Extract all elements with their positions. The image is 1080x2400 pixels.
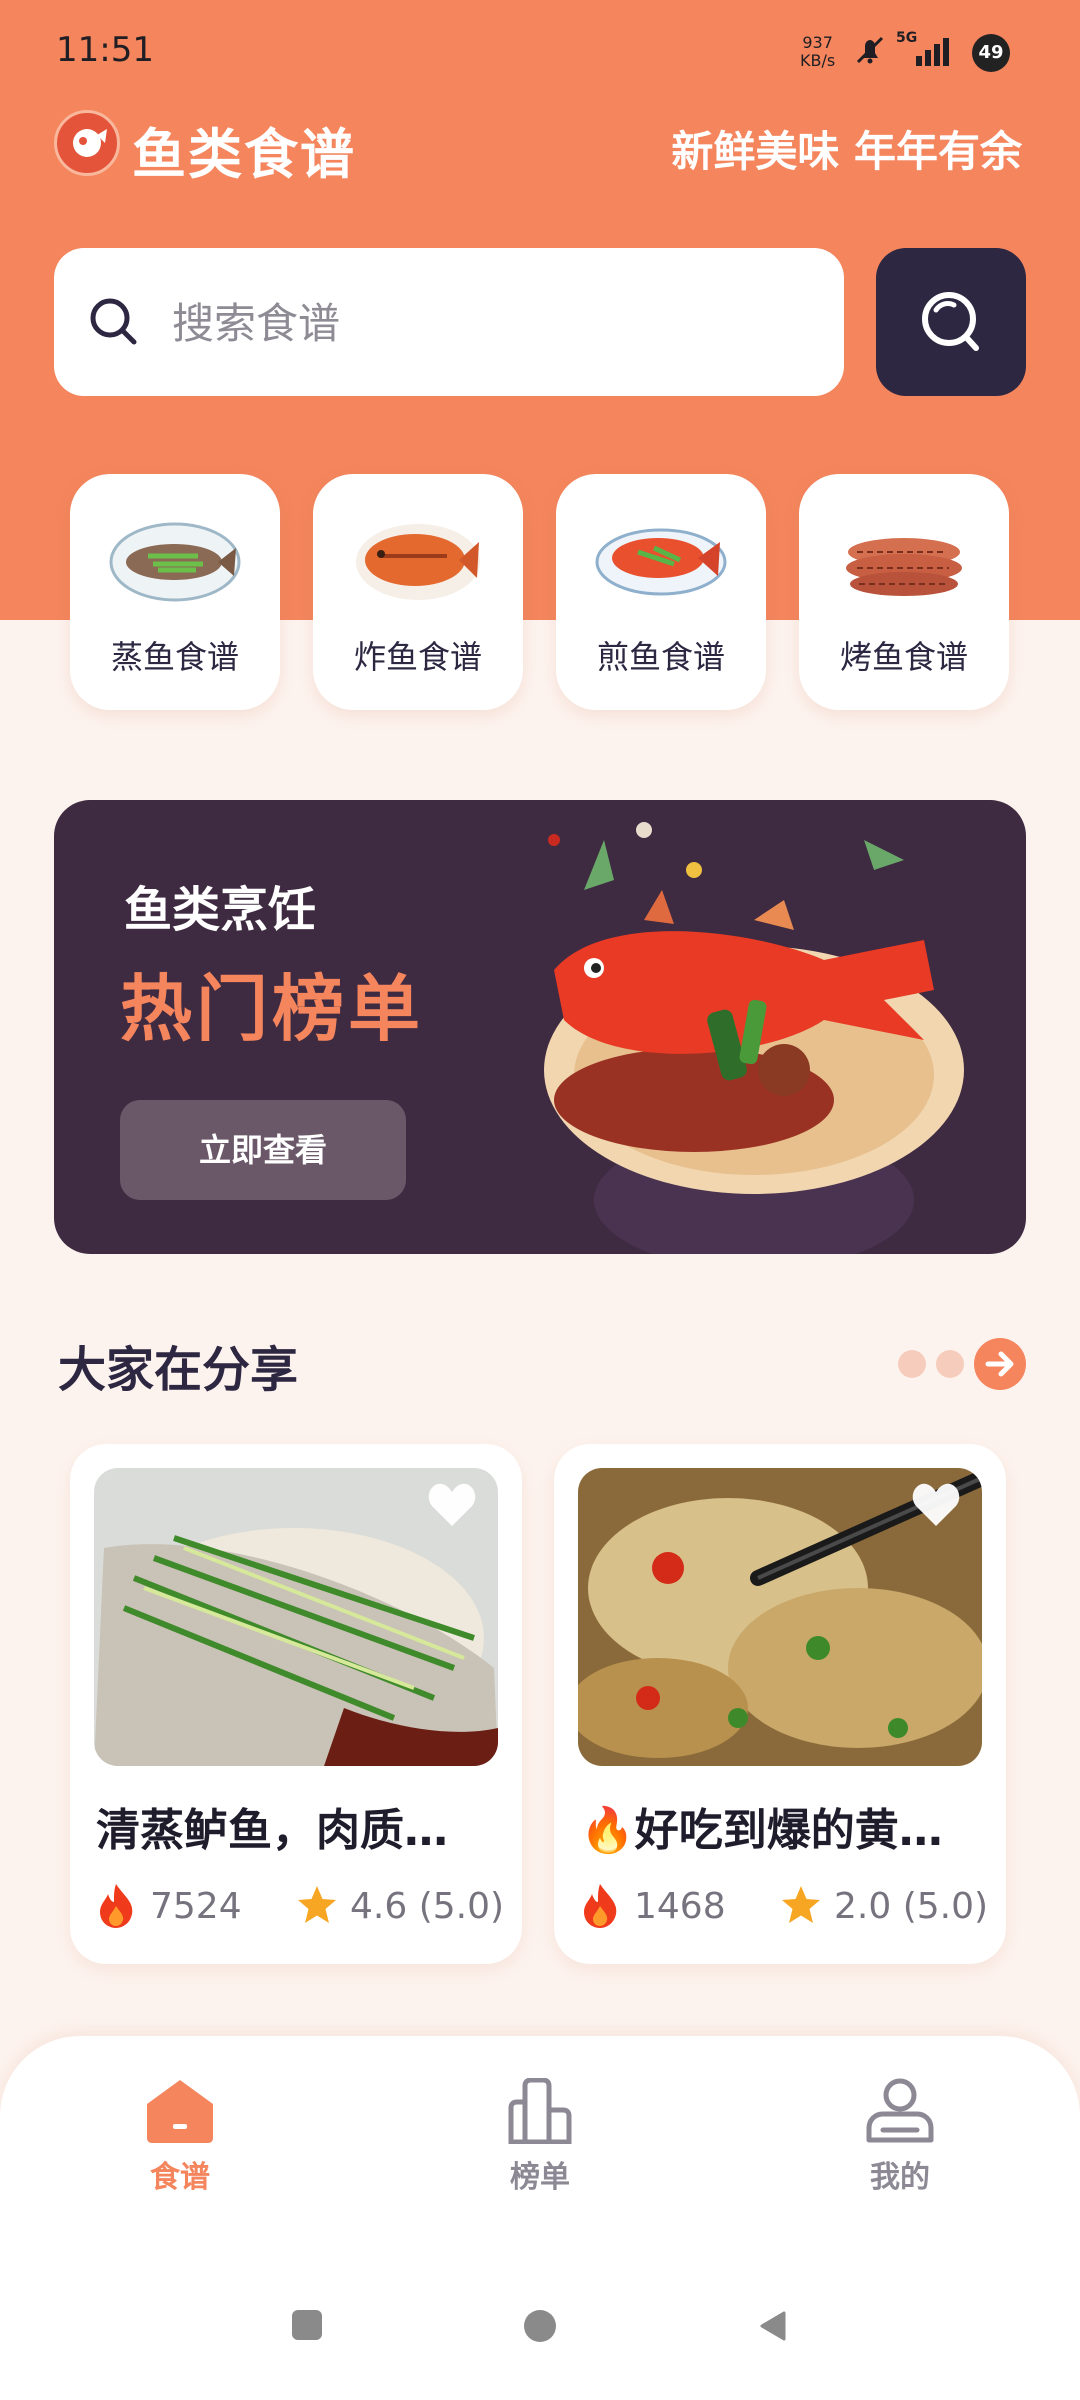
category-label: 蒸鱼食谱 bbox=[110, 638, 239, 676]
category-label: 煎鱼食谱 bbox=[596, 638, 725, 676]
app-logo-icon bbox=[54, 110, 120, 176]
network-speed: 937 KB/s bbox=[800, 34, 835, 70]
section-title-sharing: 大家在分享 bbox=[58, 1342, 299, 1398]
recipe-title: 清蒸鲈鱼，肉质… bbox=[96, 1805, 448, 1856]
home-button[interactable] bbox=[524, 2310, 556, 2342]
nav-item-recipes[interactable]: 食谱 bbox=[80, 2078, 280, 2218]
next-arrow-button[interactable] bbox=[974, 1338, 1026, 1390]
steamed-fish-icon bbox=[109, 522, 241, 602]
heart-icon[interactable] bbox=[910, 1480, 962, 1528]
pager-dot[interactable] bbox=[898, 1350, 926, 1378]
category-pan-fried-fish[interactable]: 煎鱼食谱 bbox=[556, 474, 766, 710]
ranking-icon bbox=[508, 2078, 572, 2144]
fried-fish-icon bbox=[356, 524, 480, 600]
network-speed-unit: KB/s bbox=[800, 51, 836, 70]
nav-label: 榜单 bbox=[510, 2160, 570, 2195]
back-button[interactable] bbox=[758, 2310, 788, 2342]
search-scan-icon bbox=[922, 292, 979, 351]
hot-ranking-banner[interactable]: 鱼类烹饪 热门榜单 立即查看 bbox=[54, 800, 1026, 1254]
star-icon bbox=[782, 1886, 820, 1923]
view-now-button[interactable]: 立即查看 bbox=[120, 1100, 406, 1200]
arrow-right-icon bbox=[985, 1351, 1014, 1377]
mute-bell-icon bbox=[856, 36, 884, 64]
view-count: 7524 bbox=[150, 1886, 242, 1927]
recipe-card[interactable]: 🔥好吃到爆的黄… 1468 2.0 (5.0) bbox=[554, 1444, 1006, 1964]
search-button[interactable] bbox=[876, 248, 1026, 396]
nav-label: 食谱 bbox=[150, 2160, 210, 2195]
bottom-nav: 食谱 榜单 我的 bbox=[0, 2036, 1080, 2400]
fire-icon bbox=[100, 1884, 133, 1928]
search-input[interactable] bbox=[170, 294, 814, 352]
search-box[interactable] bbox=[54, 248, 844, 396]
category-label: 烤鱼食谱 bbox=[839, 638, 968, 676]
banner-subtitle: 鱼类烹饪 bbox=[124, 882, 317, 938]
braised-fish-illustration bbox=[544, 822, 964, 1254]
app-title: 鱼类食谱 bbox=[132, 122, 356, 186]
recipe-card[interactable]: 清蒸鲈鱼，肉质… 7524 4.6 (5.0) bbox=[70, 1444, 522, 1964]
status-bar: 11:51 937 KB/s 5G 49 bbox=[0, 0, 1080, 100]
network-speed-value: 937 bbox=[802, 33, 833, 52]
app-slogan: 新鲜美味 年年有余 bbox=[671, 127, 1022, 176]
category-grilled-fish[interactable]: 烤鱼食谱 bbox=[799, 474, 1009, 710]
signal-icon: 5G bbox=[896, 30, 958, 70]
category-label: 炸鱼食谱 bbox=[353, 638, 482, 676]
rating: 2.0 (5.0) bbox=[834, 1886, 989, 1927]
fire-icon bbox=[584, 1884, 617, 1928]
home-icon bbox=[147, 2080, 213, 2143]
heart-icon[interactable] bbox=[426, 1480, 478, 1528]
profile-icon bbox=[866, 2078, 934, 2143]
nav-item-profile[interactable]: 我的 bbox=[800, 2078, 1000, 2218]
grilled-fish-icon bbox=[846, 538, 962, 596]
star-icon bbox=[298, 1886, 336, 1923]
category-fried-fish[interactable]: 炸鱼食谱 bbox=[313, 474, 523, 710]
category-steamed-fish[interactable]: 蒸鱼食谱 bbox=[70, 474, 280, 710]
status-time: 11:51 bbox=[56, 30, 154, 70]
nav-label: 我的 bbox=[870, 2160, 930, 2195]
battery-level: 49 bbox=[972, 34, 1010, 72]
search-icon bbox=[90, 298, 137, 345]
pager-dot[interactable] bbox=[936, 1350, 964, 1378]
banner-title: 热门榜单 bbox=[120, 966, 425, 1051]
pan-fried-fish-icon bbox=[595, 528, 727, 596]
rating: 4.6 (5.0) bbox=[350, 1886, 505, 1927]
nav-item-ranking[interactable]: 榜单 bbox=[440, 2078, 640, 2218]
view-count: 1468 bbox=[634, 1886, 726, 1927]
network-type: 5G bbox=[896, 30, 918, 46]
recipe-title: 🔥好吃到爆的黄… bbox=[580, 1805, 943, 1856]
recent-apps-button[interactable] bbox=[292, 2310, 322, 2340]
